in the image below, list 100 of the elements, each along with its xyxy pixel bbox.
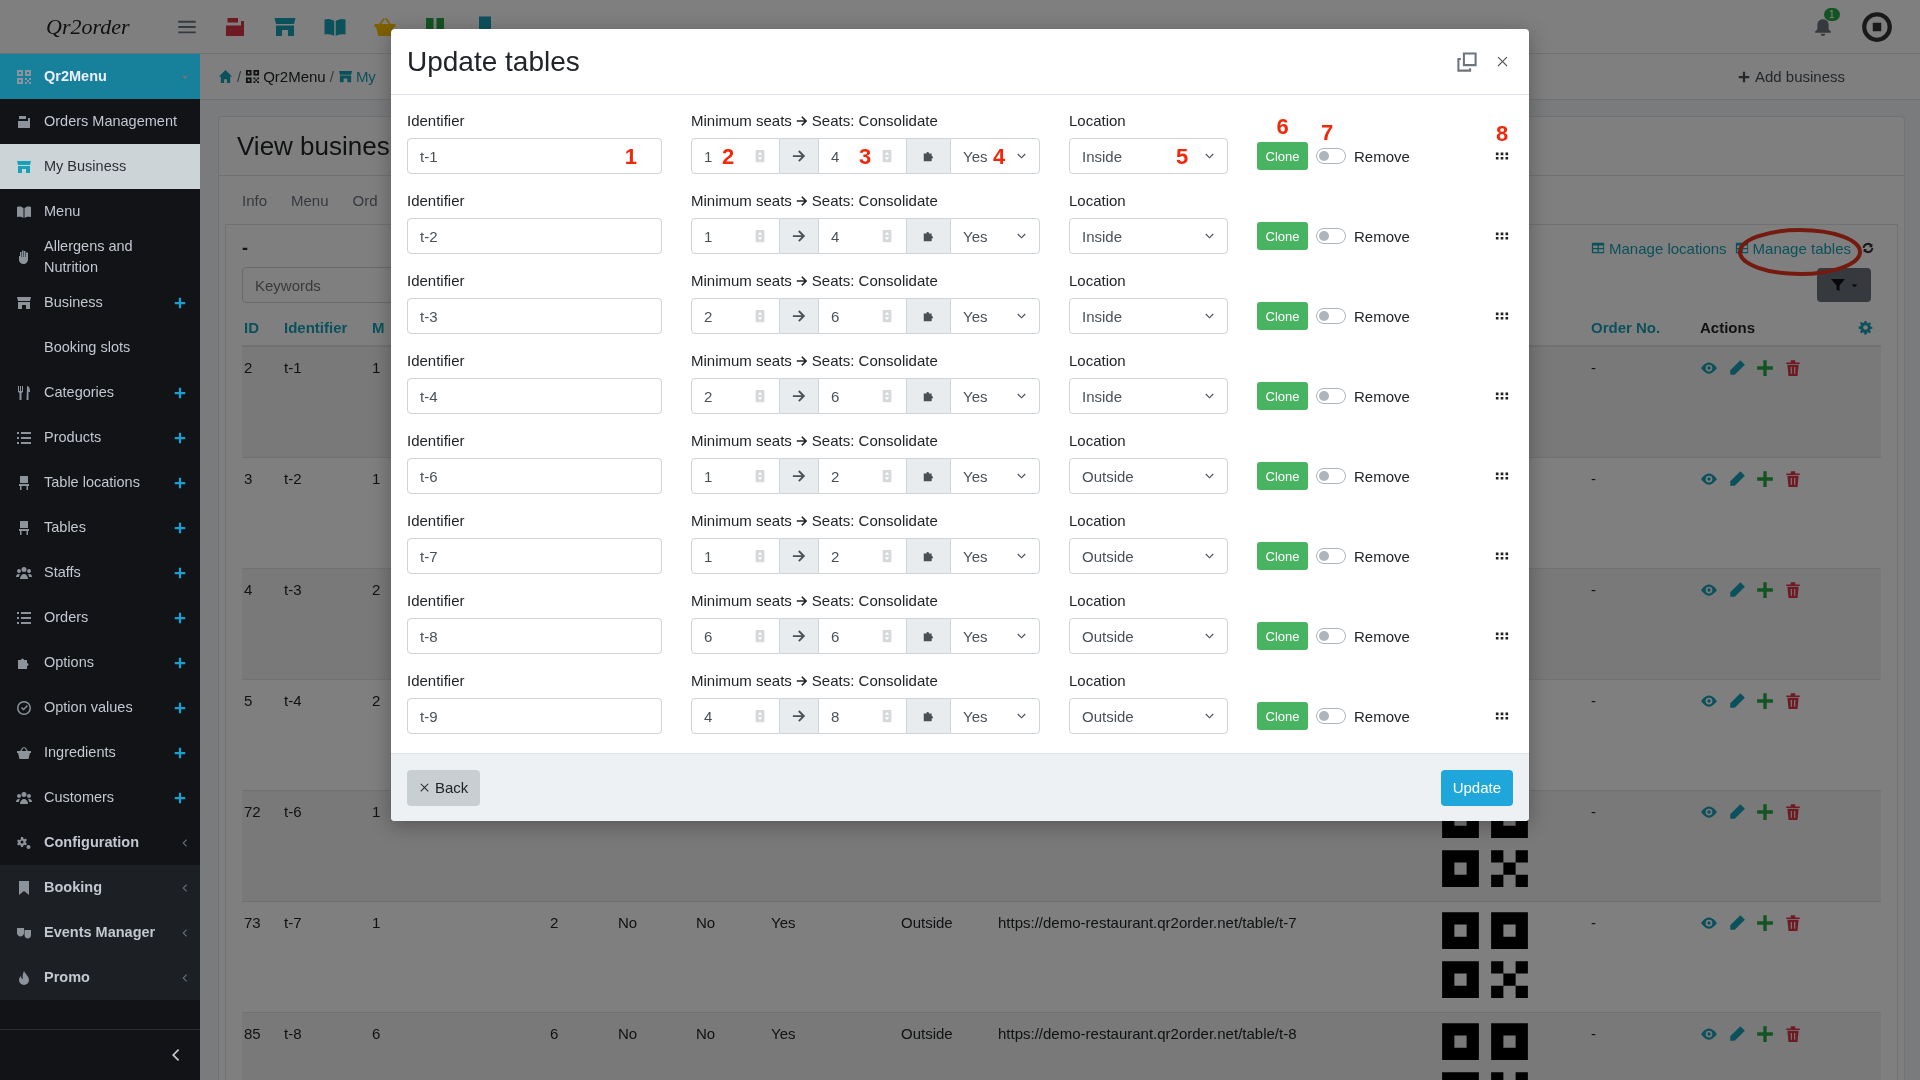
field-label: Seats: Consolidate bbox=[811, 431, 938, 451]
sidebar-item[interactable]: Orders Management bbox=[0, 99, 200, 144]
callout-number: 4 bbox=[993, 146, 1006, 168]
identifier-field[interactable]: t-3 bbox=[407, 298, 662, 334]
location-select[interactable]: Inside bbox=[1069, 298, 1228, 334]
identifier-field[interactable]: t-9 bbox=[407, 698, 662, 734]
table-cell: No bbox=[618, 1025, 638, 1042]
table-cell: 3 bbox=[244, 470, 253, 487]
identifier-field[interactable]: t-4 bbox=[407, 378, 662, 414]
sidebar-item[interactable]: Orders bbox=[0, 595, 200, 640]
sidebar-item[interactable]: My Business bbox=[0, 144, 200, 189]
consolidate-select[interactable]: Yes bbox=[950, 378, 1040, 414]
consolidate-select[interactable]: Yes 4 bbox=[950, 138, 1040, 174]
table-cell: - bbox=[1591, 359, 1596, 376]
consolidate-select[interactable]: Yes bbox=[950, 538, 1040, 574]
table-cell: Yes bbox=[771, 1025, 796, 1042]
max-seats-field[interactable]: 6 bbox=[818, 298, 907, 334]
table-cell: No bbox=[618, 914, 638, 931]
breadcrumb-link[interactable]: Qr2Menu bbox=[245, 68, 326, 85]
sidebar-item[interactable]: Customers bbox=[0, 775, 200, 820]
min-seats-field[interactable]: 2 bbox=[691, 378, 780, 414]
field-label: Identifier bbox=[407, 671, 466, 691]
table-cell: 72 bbox=[244, 803, 261, 820]
table-cell: 5 bbox=[244, 692, 253, 709]
sidebar-item[interactable]: Tables bbox=[0, 505, 200, 550]
identifier-field[interactable]: t-2 bbox=[407, 218, 662, 254]
min-seats-field[interactable]: 2 bbox=[691, 298, 780, 334]
table-cell: No bbox=[696, 914, 716, 931]
table-cell: t-2 bbox=[284, 470, 302, 487]
toggle-label: Remove bbox=[1354, 547, 1410, 565]
location-select[interactable]: Outside bbox=[1069, 698, 1228, 734]
sidebar-item[interactable]: Categories bbox=[0, 370, 200, 415]
sidebar-item[interactable]: Staffs bbox=[0, 550, 200, 595]
location-select[interactable]: Outside bbox=[1069, 538, 1228, 574]
sidebar-item[interactable]: Promo bbox=[0, 955, 200, 1000]
consolidate-select[interactable]: Yes bbox=[950, 458, 1040, 494]
table-cell: t-8 bbox=[284, 1025, 302, 1042]
location-select[interactable]: Outside bbox=[1069, 618, 1228, 654]
field-label: Minimum seats bbox=[691, 671, 792, 691]
add-business-link[interactable]: Add business bbox=[1737, 68, 1845, 85]
sidebar-item[interactable]: Qr2Menu bbox=[0, 54, 200, 99]
location-select[interactable]: Inside bbox=[1069, 378, 1228, 414]
toggle-label: Remove bbox=[1354, 627, 1410, 645]
identifier-field[interactable]: t-1 1 bbox=[407, 138, 662, 174]
table-cell: https://demo-restaurant.qr2order.net/table/t-8 bbox=[998, 1025, 1297, 1042]
table-cell: t-4 bbox=[284, 692, 302, 709]
sidebar-item[interactable]: Events Manager bbox=[0, 910, 200, 955]
identifier-field[interactable]: t-7 bbox=[407, 538, 662, 574]
min-seats-field[interactable]: 4 bbox=[691, 698, 780, 734]
field-label: Identifier bbox=[407, 271, 466, 291]
table-cell: - bbox=[1591, 692, 1596, 709]
notification-badge: 1 bbox=[1824, 7, 1840, 21]
location-select[interactable]: Outside bbox=[1069, 458, 1228, 494]
min-seats-field[interactable]: 1 bbox=[691, 458, 780, 494]
sidebar-item[interactable]: Booking slots bbox=[0, 325, 200, 370]
max-seats-field[interactable]: 2 bbox=[818, 458, 907, 494]
table-cell: 85 bbox=[244, 1025, 261, 1042]
sidebar-item[interactable]: Options bbox=[0, 640, 200, 685]
breadcrumb-separator: / bbox=[237, 68, 242, 85]
min-seats-field[interactable]: 1 bbox=[691, 538, 780, 574]
sidebar-item[interactable]: Business bbox=[0, 280, 200, 325]
identifier-field[interactable]: t-6 bbox=[407, 458, 662, 494]
max-seats-field[interactable]: 4 bbox=[818, 218, 907, 254]
table-cell: t-7 bbox=[284, 914, 302, 931]
sidebar-item[interactable]: Booking bbox=[0, 865, 200, 910]
breadcrumb-separator: / bbox=[329, 68, 334, 85]
sidebar-item[interactable]: Products bbox=[0, 415, 200, 460]
field-label: Identifier bbox=[407, 591, 466, 611]
table-cell: 2 bbox=[372, 692, 381, 709]
sidebar-item[interactable]: Configuration bbox=[0, 820, 200, 865]
min-seats-field[interactable]: 6 bbox=[691, 618, 780, 654]
field-label: Identifier bbox=[407, 511, 466, 531]
toggle-label: Remove bbox=[1354, 227, 1410, 245]
location-select[interactable]: Inside 5 bbox=[1069, 138, 1228, 174]
sidebar-item[interactable]: Ingredients bbox=[0, 730, 200, 775]
max-seats-field[interactable]: 6 bbox=[818, 378, 907, 414]
max-seats-field[interactable]: 2 bbox=[818, 538, 907, 574]
table-cell: Outside bbox=[901, 914, 953, 931]
logo[interactable]: Qr2order bbox=[46, 13, 130, 39]
table-cell: Yes bbox=[771, 914, 796, 931]
back-button[interactable]: Back bbox=[407, 769, 481, 806]
table-cell: - bbox=[1591, 470, 1596, 487]
sidebar-item[interactable]: Allergens and Nutrition bbox=[0, 234, 200, 280]
sidebar-item[interactable]: Menu bbox=[0, 189, 200, 234]
field-label: Identifier bbox=[407, 191, 466, 211]
max-seats-field[interactable]: 4 3 bbox=[818, 138, 907, 174]
consolidate-select[interactable]: Yes bbox=[950, 618, 1040, 654]
identifier-field[interactable]: t-8 bbox=[407, 618, 662, 654]
consolidate-select[interactable]: Yes bbox=[950, 218, 1040, 254]
consolidate-select[interactable]: Yes bbox=[950, 298, 1040, 334]
min-seats-field[interactable]: 1 2 bbox=[691, 138, 780, 174]
location-select[interactable]: Inside bbox=[1069, 218, 1228, 254]
max-seats-field[interactable]: 8 bbox=[818, 698, 907, 734]
max-seats-field[interactable]: 6 bbox=[818, 618, 907, 654]
sidebar-item[interactable]: Table locations bbox=[0, 460, 200, 505]
min-seats-field[interactable]: 1 bbox=[691, 218, 780, 254]
consolidate-select[interactable]: Yes bbox=[950, 698, 1040, 734]
toggle-label: Remove bbox=[1354, 147, 1410, 165]
callout-number: 3 bbox=[859, 146, 872, 168]
sidebar-item[interactable]: Option values bbox=[0, 685, 200, 730]
